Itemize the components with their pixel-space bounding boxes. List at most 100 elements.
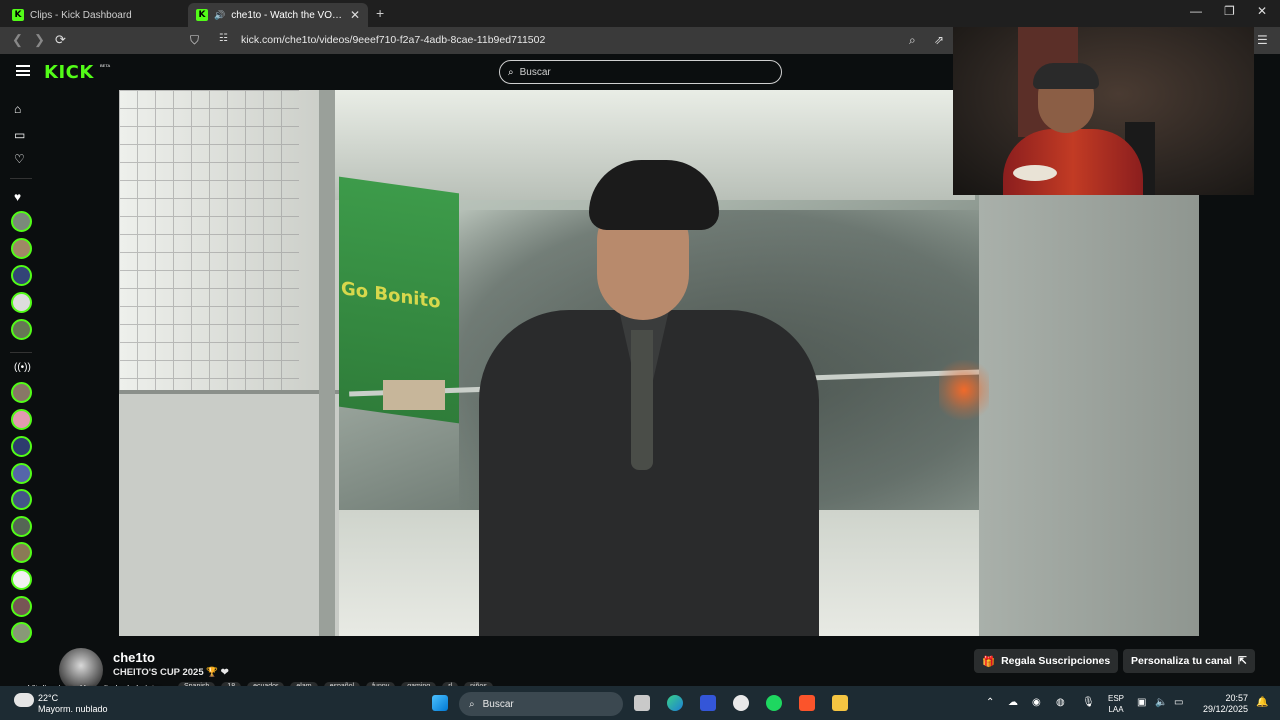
volume-icon[interactable]: 🔈 xyxy=(1155,697,1167,708)
language-code: ESP xyxy=(1108,694,1125,703)
webcam-person xyxy=(993,63,1153,195)
search-icon: ⌕ xyxy=(508,66,514,78)
search-placeholder: Buscar xyxy=(519,66,551,78)
url-field[interactable]: kick.com/che1to/videos/9eeef710-f2a7-4ad… xyxy=(241,34,545,46)
bookmark-icon[interactable]: ⛉ xyxy=(190,33,199,48)
network-icon[interactable]: ▣ xyxy=(1137,697,1146,708)
recommended-channel-avatar[interactable] xyxy=(11,622,32,643)
tab-clips-dashboard[interactable]: K Clips - Kick Dashboard xyxy=(4,3,184,27)
browse-icon[interactable]: ▭ xyxy=(14,128,25,142)
tab-vod-active[interactable]: K 🔊 che1to - Watch the VOD on K ✕ xyxy=(188,3,368,27)
following-icon[interactable]: ♡ xyxy=(14,152,25,166)
screen: K Clips - Kick Dashboard K 🔊 che1to - Wa… xyxy=(0,0,1280,720)
brave-icon[interactable] xyxy=(799,695,815,711)
weather-temperature[interactable]: 22°C xyxy=(38,693,58,703)
gift-icon: 🎁 xyxy=(982,655,996,668)
close-tab-icon[interactable]: ✕ xyxy=(350,8,360,22)
taskbar-search[interactable]: ⌕ Buscar xyxy=(459,692,623,716)
clock[interactable]: 20:57 29/12/2025 xyxy=(1200,693,1248,715)
site-header: KICK BETA ⌕ Buscar xyxy=(0,54,952,90)
cloud-icon[interactable]: ☁ xyxy=(1008,697,1018,708)
new-tab-button[interactable]: + xyxy=(376,5,384,21)
kick-favicon-icon: K xyxy=(196,9,208,21)
kick-favicon-icon: K xyxy=(12,9,24,21)
kick-logo[interactable]: KICK xyxy=(44,62,94,83)
recommended-channel-avatar[interactable] xyxy=(11,569,32,590)
webcam-person-hair xyxy=(1033,63,1099,89)
file-explorer-icon[interactable] xyxy=(832,695,848,711)
channel-name[interactable]: che1to xyxy=(113,650,155,665)
close-window-button[interactable]: ✕ xyxy=(1257,4,1267,18)
customize-channel-label: Personaliza tu canal xyxy=(1131,655,1232,667)
sidebar-divider xyxy=(10,352,32,353)
zoom-icon[interactable]: ⌕ xyxy=(909,33,916,48)
followed-channel-avatar[interactable] xyxy=(11,211,32,232)
stream-title: CHEITO'S CUP 2025 🏆 ❤ xyxy=(113,667,229,678)
weather-cloud-icon[interactable] xyxy=(14,693,34,707)
customize-channel-button[interactable]: Personaliza tu canal ⇱ xyxy=(1123,649,1255,673)
recommended-channel-avatar[interactable] xyxy=(11,489,32,510)
recommended-channel-avatar[interactable] xyxy=(11,542,32,563)
forward-button[interactable]: ❯ xyxy=(34,32,45,48)
app-icon[interactable] xyxy=(700,695,716,711)
video-scene-door xyxy=(119,390,339,636)
minimize-button[interactable]: — xyxy=(1190,4,1202,18)
video-scene-box xyxy=(383,380,445,410)
clock-date: 29/12/2025 xyxy=(1202,704,1248,714)
gift-subscriptions-button[interactable]: 🎁 Regala Suscripciones xyxy=(974,649,1119,673)
clock-time: 20:57 xyxy=(1225,693,1248,703)
webcam-hat xyxy=(1013,165,1057,181)
video-person xyxy=(479,160,819,636)
notifications-icon[interactable]: 🔔 xyxy=(1256,697,1268,708)
app-tray-icon[interactable]: ◍ xyxy=(1056,697,1065,708)
webcam-overlay xyxy=(953,27,1254,195)
start-button[interactable] xyxy=(432,695,448,711)
browser-tab-strip: K Clips - Kick Dashboard K 🔊 che1to - Wa… xyxy=(0,0,1280,27)
search-input[interactable]: ⌕ Buscar xyxy=(499,60,782,84)
spotify-icon[interactable] xyxy=(766,695,782,711)
video-scene-window-grid xyxy=(119,90,299,390)
video-scene-light xyxy=(939,360,989,420)
search-icon: ⌕ xyxy=(469,698,475,710)
reload-button[interactable]: ⟳ xyxy=(55,32,66,48)
share-icon[interactable]: ⇗ xyxy=(934,33,944,47)
recommended-channel-avatar[interactable] xyxy=(11,382,32,403)
recommended-channel-avatar[interactable] xyxy=(11,596,32,617)
recommended-channel-avatar[interactable] xyxy=(11,436,32,457)
show-hidden-icons[interactable]: ⌃ xyxy=(986,697,994,708)
site-info-icon[interactable]: ☷ xyxy=(219,33,228,44)
microphone-icon[interactable]: 🎙 xyxy=(1082,697,1095,708)
audio-playing-icon[interactable]: 🔊 xyxy=(214,10,225,21)
edge-icon[interactable] xyxy=(667,695,683,711)
followed-heart-icon: ♥ xyxy=(14,190,22,204)
keyboard-layout: LAA xyxy=(1108,705,1124,714)
obs-icon[interactable] xyxy=(733,695,749,711)
taskbar-search-placeholder: Buscar xyxy=(482,698,514,710)
back-button[interactable]: ❮ xyxy=(12,32,23,48)
language-indicator[interactable]: ESP LAA xyxy=(1108,693,1124,715)
live-broadcast-icon: ((•)) xyxy=(14,362,31,373)
left-sidebar: ⌂ ▭ ♡ ♥ ((•)) xyxy=(0,90,42,686)
task-view-icon[interactable] xyxy=(634,695,650,711)
discord-icon[interactable]: ◉ xyxy=(1032,697,1041,708)
followed-channel-avatar[interactable] xyxy=(11,265,32,286)
video-scene-right-wall xyxy=(979,190,1199,636)
maximize-button[interactable]: ❐ xyxy=(1224,4,1235,18)
video-scene-frame xyxy=(319,90,335,636)
video-person-hair xyxy=(589,160,719,230)
followed-channel-avatar[interactable] xyxy=(11,238,32,259)
followed-channel-avatar[interactable] xyxy=(11,292,32,313)
weather-description[interactable]: Mayorm. nublado xyxy=(38,704,108,714)
menu-icon[interactable] xyxy=(16,65,30,76)
browser-menu-icon[interactable]: ☰ xyxy=(1257,33,1268,47)
recommended-channel-avatar[interactable] xyxy=(11,463,32,484)
tab-title: Clips - Kick Dashboard xyxy=(30,9,132,21)
tab-title: che1to - Watch the VOD on K xyxy=(231,9,344,21)
home-icon[interactable]: ⌂ xyxy=(14,102,21,116)
recommended-channel-avatar[interactable] xyxy=(11,516,32,537)
recommended-channel-avatar[interactable] xyxy=(11,409,32,430)
video-person-tie xyxy=(631,330,653,470)
followed-channel-avatar[interactable] xyxy=(11,319,32,340)
battery-icon[interactable]: ▭ xyxy=(1174,697,1183,708)
webcam-person-jersey xyxy=(1003,129,1143,195)
